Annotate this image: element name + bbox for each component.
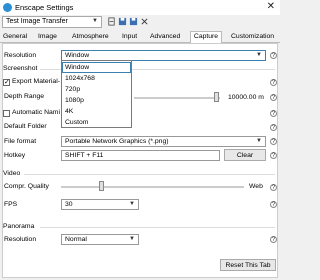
help-icon[interactable]: ? xyxy=(270,79,277,86)
tab-atmosphere[interactable]: Atmosphere xyxy=(72,32,109,43)
help-icon[interactable]: ? xyxy=(270,201,277,208)
hotkey-field[interactable]: SHIFT + F11 xyxy=(61,150,220,161)
fps-label: FPS xyxy=(4,201,18,208)
reset-tab-button[interactable]: Reset This Tab xyxy=(220,259,276,271)
automatic-naming-label: Automatic Nami xyxy=(12,109,60,116)
depth-range-value: 10000.00 m xyxy=(228,94,264,101)
file-format-label: File format xyxy=(4,138,37,145)
delete-icon[interactable] xyxy=(140,17,149,26)
enscape-app-icon xyxy=(3,3,12,12)
chevron-down-icon: ▼ xyxy=(256,52,262,58)
fps-value: 30 xyxy=(65,201,73,208)
window-title: Enscape Settings xyxy=(15,3,74,12)
file-format-value: Portable Network Graphics (*.png) xyxy=(65,138,169,145)
panorama-section-label: Panorama xyxy=(3,223,35,230)
chevron-down-icon: ▼ xyxy=(92,18,98,24)
compr-quality-slider-track[interactable] xyxy=(61,186,244,188)
help-icon[interactable]: ? xyxy=(270,52,277,59)
screenshot-section-label: Screenshot xyxy=(3,65,38,72)
compr-quality-label: Compr. Quality xyxy=(4,183,49,190)
fps-select[interactable]: 30 ▼ xyxy=(61,199,139,210)
save-icon[interactable] xyxy=(118,17,127,26)
resolution-option-720p[interactable]: 720p xyxy=(63,85,130,94)
tab-customization[interactable]: Customization xyxy=(231,32,274,43)
chevron-down-icon: ▼ xyxy=(129,201,135,207)
panorama-resolution-select[interactable]: Normal ▼ xyxy=(61,234,139,245)
video-section-label: Video xyxy=(3,170,21,177)
resolution-option-custom[interactable]: Custom xyxy=(63,118,130,127)
resolution-option-1024x768[interactable]: 1024x768 xyxy=(63,74,130,83)
tab-advanced[interactable]: Advanced xyxy=(150,32,180,43)
preset-select[interactable]: Test Image Transfer ▼ xyxy=(2,16,102,28)
resolution-label: Resolution xyxy=(4,52,37,59)
export-material-label: Export Material- xyxy=(12,78,60,85)
resolution-option-window[interactable]: Window xyxy=(62,62,131,73)
resolution-option-1080p[interactable]: 1080p xyxy=(63,96,130,105)
tab-bar: General Image Atmosphere Input Advanced … xyxy=(0,31,280,44)
preset-value: Test Image Transfer xyxy=(6,18,68,25)
section-divider xyxy=(40,227,275,228)
compr-quality-value: Web xyxy=(249,183,263,190)
resolution-dropdown-list: Window 1024x768 720p 1080p 4K Custom xyxy=(61,60,132,128)
clear-hotkey-button[interactable]: Clear xyxy=(224,149,266,161)
chevron-down-icon: ▼ xyxy=(256,138,262,144)
resolution-option-4k[interactable]: 4K xyxy=(63,107,130,116)
help-icon[interactable]: ? xyxy=(270,110,277,117)
tab-input[interactable]: Input xyxy=(122,32,137,43)
resolution-value: Window xyxy=(65,52,90,59)
depth-range-slider-thumb[interactable] xyxy=(214,92,219,102)
tab-image[interactable]: Image xyxy=(38,32,57,43)
panorama-resolution-value: Normal xyxy=(65,236,87,243)
section-divider xyxy=(24,174,275,175)
help-icon[interactable]: ? xyxy=(270,152,277,159)
file-format-select[interactable]: Portable Network Graphics (*.png) ▼ xyxy=(61,136,266,147)
help-icon[interactable]: ? xyxy=(270,236,277,243)
help-icon[interactable]: ? xyxy=(270,138,277,145)
help-icon[interactable]: ? xyxy=(270,184,277,191)
default-folder-label: Default Folder xyxy=(4,123,47,130)
close-icon[interactable]: ✕ xyxy=(267,1,275,12)
chevron-down-icon: ▼ xyxy=(129,236,135,242)
tab-general[interactable]: General xyxy=(3,32,27,43)
help-icon[interactable]: ? xyxy=(270,124,277,131)
save-as-icon[interactable] xyxy=(129,17,138,26)
automatic-naming-checkbox[interactable] xyxy=(3,110,10,117)
help-icon[interactable]: ? xyxy=(270,94,277,101)
export-material-checkbox[interactable] xyxy=(3,78,10,86)
add-preset-icon[interactable] xyxy=(107,17,116,26)
compr-quality-slider-thumb[interactable] xyxy=(99,181,104,191)
depth-range-slider-track[interactable] xyxy=(134,97,220,99)
depth-range-label: Depth Range xyxy=(4,93,45,100)
hotkey-label: Hotkey xyxy=(4,152,26,159)
panorama-resolution-label: Resolution xyxy=(4,236,37,243)
